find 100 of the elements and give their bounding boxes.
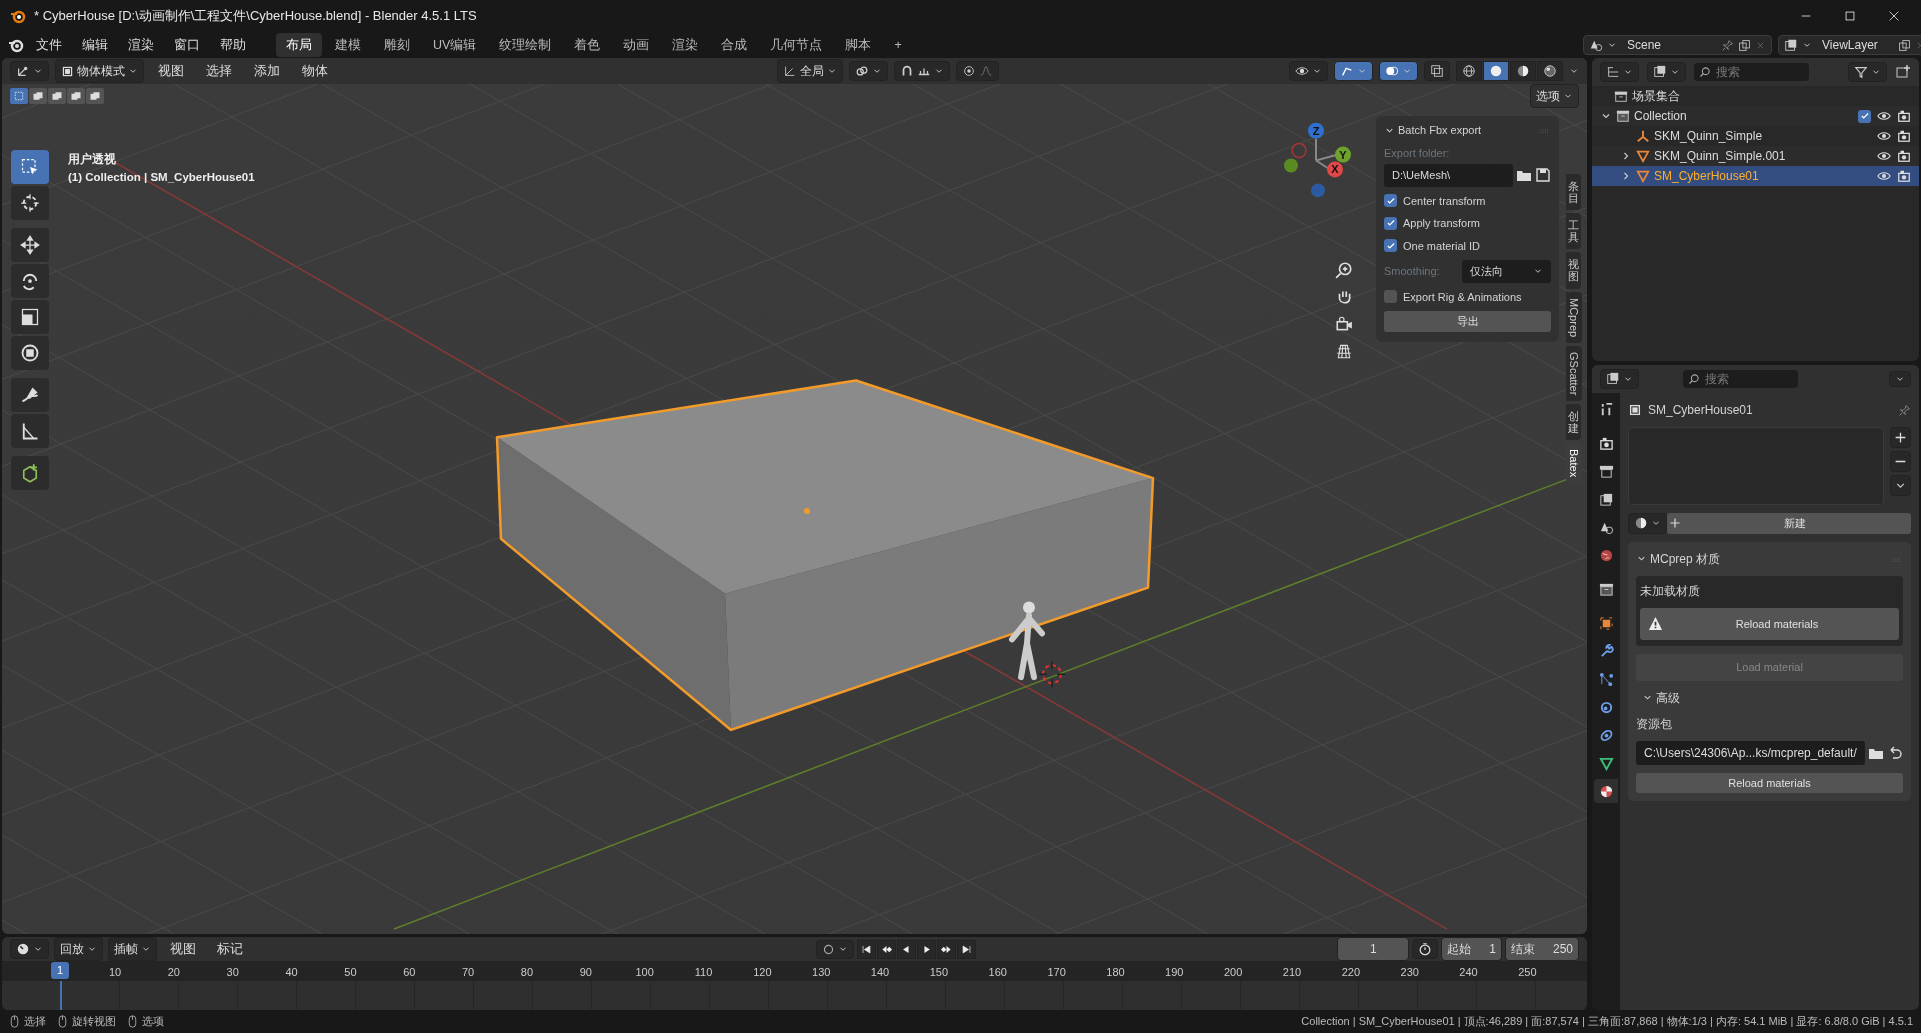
menu-item[interactable]: 编辑 [74, 33, 116, 57]
sidebar-tab[interactable]: 视图 [1566, 252, 1581, 289]
outliner-row[interactable]: SM_CyberHouse01 [1592, 166, 1919, 186]
play-icon[interactable] [921, 943, 932, 955]
grid-icon[interactable] [1335, 342, 1353, 360]
outliner-row[interactable]: SKM_Quinn_Simple [1592, 126, 1919, 146]
menu-item[interactable]: 文件 [28, 33, 70, 57]
selection-mode-button[interactable] [29, 88, 47, 104]
menu-item[interactable]: 视图 [162, 937, 204, 961]
gizmo-toggle[interactable] [1334, 61, 1373, 81]
menu-item[interactable]: 添加 [246, 59, 288, 83]
selection-mode-button[interactable] [10, 88, 28, 104]
outliner-row[interactable]: SKM_Quinn_Simple.001 [1592, 146, 1919, 166]
playhead-frame-label[interactable]: 1 [51, 962, 70, 979]
proportional-edit-dropdown[interactable] [956, 61, 999, 81]
blender-menu-icon[interactable] [8, 37, 24, 53]
search-field[interactable]: 搜索 [1694, 63, 1809, 81]
shading-mode-button[interactable] [1456, 61, 1482, 81]
current-frame-field[interactable]: 1 [1337, 937, 1410, 961]
selection-mode-button[interactable] [48, 88, 66, 104]
smoothing-dropdown[interactable]: 仅法向 [1462, 260, 1551, 283]
checkbox[interactable] [1384, 290, 1397, 304]
mode-dropdown[interactable]: 物体模式 [55, 59, 144, 83]
workspace-tab[interactable]: 几何节点 [760, 32, 833, 58]
copy-icon[interactable] [1898, 38, 1911, 52]
eye-icon[interactable] [1877, 109, 1891, 123]
previous-keyframe-icon[interactable] [881, 943, 892, 955]
jump-start-icon[interactable] [861, 943, 872, 955]
menu-dropdown[interactable]: 回放 [54, 937, 103, 961]
stopwatch-icon[interactable] [1418, 942, 1433, 956]
camera-icon[interactable] [1897, 149, 1911, 163]
camera-icon[interactable] [1897, 169, 1911, 183]
material-browse-dropdown[interactable] [1628, 513, 1667, 534]
workspace-tab[interactable]: 渲染 [662, 32, 709, 58]
menu-item[interactable]: 窗口 [166, 33, 208, 57]
editor-type-button[interactable] [10, 939, 49, 959]
overlay-toggle[interactable] [1379, 61, 1418, 81]
outliner-row[interactable]: Collection [1592, 106, 1919, 126]
snap-dropdown[interactable] [894, 61, 950, 81]
cursor-tool-button[interactable] [11, 186, 49, 220]
view-layer-selector[interactable]: ViewLayer [1778, 35, 1921, 55]
add-icon[interactable] [1894, 431, 1907, 444]
menu-item[interactable]: 标记 [209, 937, 251, 961]
menu-item[interactable]: 帮助 [212, 33, 254, 57]
shading-mode-button[interactable] [1537, 61, 1563, 81]
maximize-icon[interactable] [1843, 9, 1857, 23]
workspace-tab[interactable]: 布局 [276, 32, 322, 58]
transform-tool-button[interactable] [11, 336, 49, 370]
panel-title[interactable]: MCprep 材质 [1650, 549, 1720, 568]
workspace-tab[interactable]: 雕刻 [374, 32, 420, 58]
new-material-button[interactable]: 新建 [1667, 513, 1911, 534]
material-tab[interactable] [1594, 779, 1618, 803]
visibility-toggle[interactable] [1289, 61, 1328, 81]
jump-end-icon[interactable] [961, 943, 972, 955]
move-tool-button[interactable] [11, 228, 49, 262]
navigation-gizmo-drawing[interactable] [1284, 122, 1351, 198]
panel-title[interactable]: Batch Fbx export [1398, 122, 1482, 139]
copy-icon[interactable] [1738, 38, 1751, 52]
eye-icon[interactable] [1877, 149, 1891, 163]
workspace-tab[interactable]: 纹理绘制 [489, 32, 562, 58]
scene-selector[interactable]: Scene [1583, 35, 1772, 55]
filter-dropdown[interactable] [1848, 62, 1887, 82]
menu-dropdown[interactable]: 插帧 [108, 937, 157, 961]
add-workspace-button[interactable]: + [884, 32, 912, 58]
editor-type-button[interactable] [10, 61, 49, 81]
sidebar-tab[interactable]: 创建 [1566, 404, 1581, 441]
menu-item[interactable]: 视图 [150, 59, 192, 83]
pin-icon[interactable] [1721, 38, 1734, 52]
checkbox[interactable] [1384, 194, 1397, 208]
menu-item[interactable]: 物体 [294, 59, 336, 83]
workspace-tab[interactable]: 动画 [613, 32, 660, 58]
start-frame-field[interactable]: 1 [1489, 940, 1496, 958]
rotate-tool-button[interactable] [11, 264, 49, 298]
reload-materials-button[interactable]: Reload materials [1640, 607, 1899, 640]
pivot-dropdown[interactable] [849, 61, 888, 81]
save-icon[interactable] [1535, 167, 1551, 184]
xray-toggle[interactable] [1424, 61, 1450, 81]
workspace-tab[interactable]: 建模 [325, 32, 371, 58]
sidebar-tab[interactable]: 条目 [1566, 174, 1581, 211]
workspace-tab[interactable]: 着色 [564, 32, 611, 58]
subpanel-title[interactable]: 高级 [1656, 688, 1680, 707]
measure-tool-button[interactable] [11, 414, 49, 448]
menu-item[interactable]: 渲染 [120, 33, 162, 57]
checkbox[interactable] [1384, 239, 1397, 253]
annotate-tool-button[interactable] [11, 378, 49, 412]
sidebar-tab[interactable]: MCprep [1566, 291, 1583, 343]
close-icon[interactable] [1887, 9, 1901, 23]
workspace-tab[interactable]: UV编辑 [423, 32, 487, 58]
workspace-tab[interactable]: 合成 [711, 32, 758, 58]
shading-mode-button[interactable] [1483, 61, 1509, 81]
export-button[interactable]: 导出 [1384, 311, 1551, 332]
selection-mode-button[interactable] [67, 88, 85, 104]
view-layer-dropdown[interactable] [1647, 62, 1686, 82]
camera-icon[interactable] [1335, 315, 1353, 333]
zoom-icon[interactable] [1335, 261, 1353, 279]
eye-icon[interactable] [1877, 169, 1891, 183]
shading-mode-button[interactable] [1510, 61, 1536, 81]
checkbox[interactable] [1384, 216, 1397, 230]
checkbox[interactable] [1858, 109, 1871, 123]
scale-tool-button[interactable] [11, 300, 49, 334]
